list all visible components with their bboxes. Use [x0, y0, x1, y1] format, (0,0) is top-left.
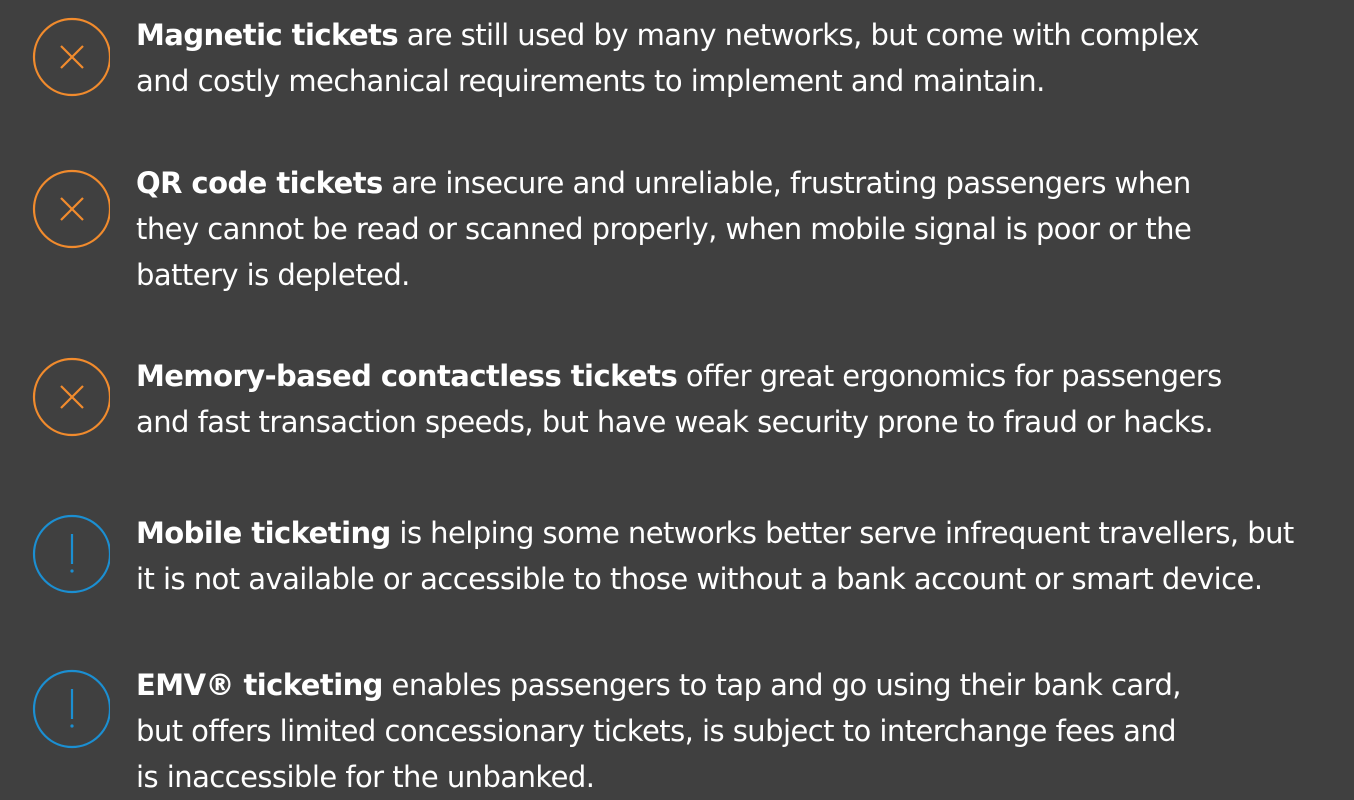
x-circle-icon [30, 169, 110, 249]
item-line: it is not available or accessible to tho… [136, 562, 1263, 596]
item-title: Mobile ticketing [136, 516, 391, 550]
item-text: Memory-based contactless tickets offer g… [136, 353, 1222, 445]
item-title: Magnetic tickets [136, 18, 399, 52]
item-line: are still used by many networks, but com… [398, 18, 1200, 52]
item-line: offer great ergonomics for passengers [677, 359, 1222, 393]
item-line: but offers limited concessionary tickets… [136, 714, 1177, 748]
item-title: QR code tickets [136, 166, 383, 200]
item-title: EMV® ticketing [136, 668, 383, 702]
exclamation-circle-icon [30, 669, 110, 749]
item-line: and costly mechanical requirements to im… [136, 64, 1045, 98]
item-line: enables passengers to tap and go using t… [382, 668, 1182, 702]
item-line: is inaccessible for the unbanked. [136, 760, 595, 794]
item-line: is helping some networks better serve in… [390, 516, 1294, 550]
item-text: QR code tickets are insecure and unrelia… [136, 160, 1192, 298]
item-title: Memory-based contactless tickets [136, 359, 678, 393]
x-circle-icon [30, 357, 110, 437]
item-line: are insecure and unreliable, frustrating… [382, 166, 1191, 200]
x-circle-icon [30, 17, 110, 97]
item-line: and fast transaction speeds, but have we… [136, 405, 1214, 439]
item-text: Mobile ticketing is helping some network… [136, 510, 1294, 602]
item-text: EMV® ticketing enables passengers to tap… [136, 662, 1182, 800]
item-line: battery is depleted. [136, 258, 410, 292]
exclamation-circle-icon [30, 514, 110, 594]
item-line: they cannot be read or scanned properly,… [136, 212, 1192, 246]
item-text: Magnetic tickets are still used by many … [136, 12, 1199, 104]
